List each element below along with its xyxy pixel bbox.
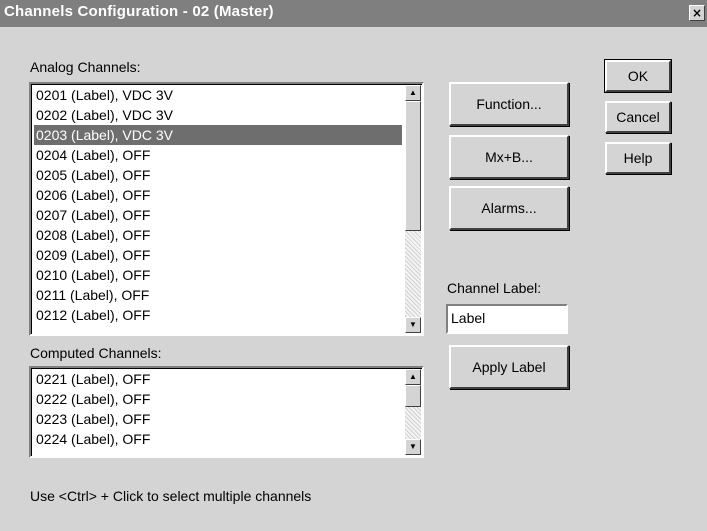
title-bar[interactable]: Channels Configuration - 02 (Master) × [0,0,707,27]
computed-channels-items: 0221 (Label), OFF 0222 (Label), OFF 0223 (… [34,369,402,449]
list-item[interactable]: 0203 (Label), VDC 3V [34,125,402,145]
list-item[interactable]: 0205 (Label), OFF [34,165,402,185]
list-item[interactable]: 0209 (Label), OFF [34,245,402,265]
analog-channels-list[interactable]: 0201 (Label), VDC 3V 0202 (Label), VDC 3V… [29,82,424,336]
alarms-button[interactable]: Alarms... [449,186,569,230]
analog-channels-label: Analog Channels: [30,59,141,75]
function-button-label: Function... [476,96,542,112]
multi-select-hint: Use <Ctrl> + Click to select multiple ch… [30,488,312,504]
scrollbar-thumb[interactable] [405,385,421,407]
cancel-button[interactable]: Cancel [605,101,671,133]
ok-button-label: OK [627,68,649,84]
list-item[interactable]: 0211 (Label), OFF [34,285,402,305]
help-button[interactable]: Help [605,142,671,174]
mxb-button-label: Mx+B... [485,149,533,165]
list-item[interactable]: 0204 (Label), OFF [34,145,402,165]
down-arrow-icon[interactable]: ▼ [405,439,421,455]
list-item[interactable]: 0207 (Label), OFF [34,205,402,225]
function-button[interactable]: Function... [449,82,569,126]
computed-channels-list[interactable]: 0221 (Label), OFF 0222 (Label), OFF 0223 (… [29,366,424,458]
list-item[interactable]: 0208 (Label), OFF [34,225,402,245]
list-item[interactable]: 0222 (Label), OFF [34,389,402,409]
list-item[interactable]: 0221 (Label), OFF [34,369,402,389]
window-title: Channels Configuration - 02 (Master) [4,3,274,20]
analog-scrollbar[interactable]: ▲ ▼ [405,85,421,333]
up-arrow-icon[interactable]: ▲ [405,85,421,101]
mxb-button[interactable]: Mx+B... [449,135,569,179]
computed-channels-label: Computed Channels: [30,345,162,361]
list-item[interactable]: 0210 (Label), OFF [34,265,402,285]
list-item[interactable]: 0202 (Label), VDC 3V [34,105,402,125]
down-arrow-icon[interactable]: ▼ [405,317,421,333]
list-item[interactable]: 0224 (Label), OFF [34,429,402,449]
alarms-button-label: Alarms... [481,200,537,216]
channel-label-caption: Channel Label: [447,280,542,296]
up-arrow-icon[interactable]: ▲ [405,369,421,385]
channel-label-input[interactable]: Label [446,304,568,334]
channels-configuration-dialog: Channels Configuration - 02 (Master) × A… [0,0,707,531]
list-item[interactable]: 0206 (Label), OFF [34,185,402,205]
close-icon[interactable]: × [689,5,705,21]
list-item[interactable]: 0223 (Label), OFF [34,409,402,429]
apply-label-button-label: Apply Label [472,359,546,375]
list-item[interactable]: 0201 (Label), VDC 3V [34,85,402,105]
ok-button[interactable]: OK [604,59,672,93]
apply-label-button[interactable]: Apply Label [449,345,569,389]
analog-channels-items: 0201 (Label), VDC 3V 0202 (Label), VDC 3V… [34,85,402,325]
scrollbar-thumb[interactable] [405,101,421,231]
computed-scrollbar[interactable]: ▲ ▼ [405,369,421,455]
list-item[interactable]: 0212 (Label), OFF [34,305,402,325]
help-button-label: Help [623,150,653,166]
cancel-button-label: Cancel [616,109,660,125]
